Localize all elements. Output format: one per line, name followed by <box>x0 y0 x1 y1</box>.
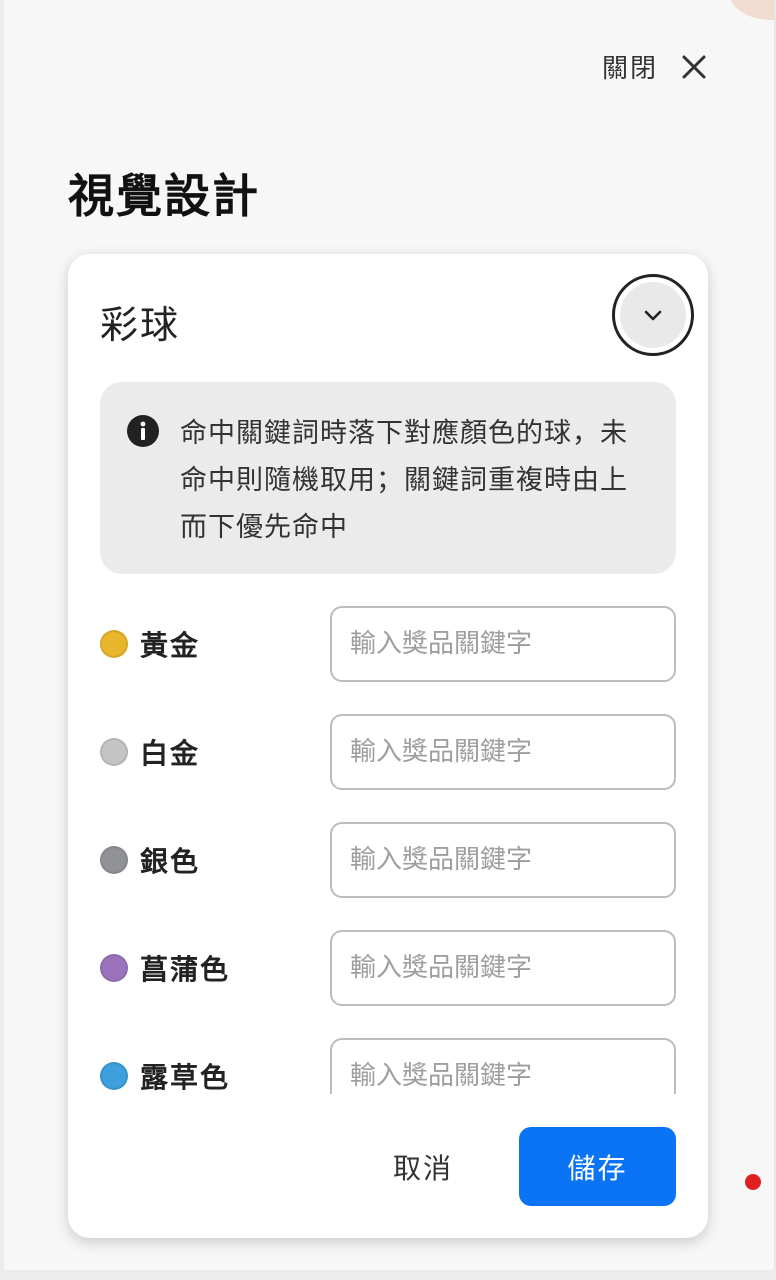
iris-keyword-input[interactable] <box>330 930 676 1006</box>
ball-settings-card: 彩球 命中關鍵詞時落下對應顏色的球，未命中則隨機取用；關鍵詞重複時由上而下優先命… <box>68 254 708 1238</box>
card-title: 彩球 <box>100 303 181 347</box>
close-label: 關閉 <box>601 54 658 84</box>
color-name: 銀色 <box>140 845 201 878</box>
cancel-button[interactable]: 取消 <box>368 1128 478 1206</box>
chevron-down-icon <box>644 310 662 321</box>
gold-keyword-input[interactable] <box>330 606 676 682</box>
silver-keyword-input[interactable] <box>330 822 676 898</box>
platinum-color-dot <box>100 738 128 766</box>
dayflower-keyword-input[interactable] <box>330 1038 676 1094</box>
color-row-iris: 菖蒲色 <box>100 930 676 1006</box>
info-icon <box>127 415 159 447</box>
info-text: 命中關鍵詞時落下對應顏色的球，未命中則隨機取用；關鍵詞重複時由上而下優先命中 <box>180 418 628 543</box>
close-button[interactable]: 關閉 <box>602 48 708 85</box>
color-row-gold: 黃金 <box>100 606 676 682</box>
color-keyword-list[interactable]: 黃金 白金 銀色 菖蒲色 露草色 <box>100 606 676 1094</box>
corner-decoration <box>728 0 774 20</box>
close-icon[interactable] <box>680 53 708 81</box>
silver-color-dot <box>100 846 128 874</box>
save-button[interactable]: 儲存 <box>519 1127 676 1206</box>
color-name: 黃金 <box>140 629 201 662</box>
page-title: 視覺設計 <box>68 169 260 223</box>
notification-dot <box>745 1174 761 1190</box>
platinum-keyword-input[interactable] <box>330 714 676 790</box>
color-name: 白金 <box>140 737 201 770</box>
dayflower-color-dot <box>100 1062 128 1090</box>
info-box: 命中關鍵詞時落下對應顏色的球，未命中則隨機取用；關鍵詞重複時由上而下優先命中 <box>100 382 676 574</box>
collapse-button-inner <box>620 282 686 348</box>
color-row-dayflower: 露草色 <box>100 1038 676 1094</box>
gold-color-dot <box>100 630 128 658</box>
color-name: 露草色 <box>140 1061 231 1094</box>
settings-panel: 關閉 視覺設計 彩球 命中關鍵詞時落下對應顏色的球，未命中則隨機取用；關鍵詞重複… <box>4 0 775 1270</box>
collapse-button[interactable] <box>612 274 694 356</box>
iris-color-dot <box>100 954 128 982</box>
color-name: 菖蒲色 <box>140 953 231 986</box>
color-row-silver: 銀色 <box>100 822 676 898</box>
color-row-platinum: 白金 <box>100 714 676 790</box>
